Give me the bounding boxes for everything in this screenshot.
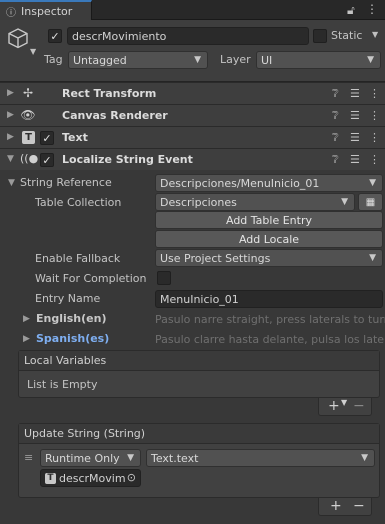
- active-checkbox[interactable]: ✓: [48, 29, 62, 43]
- string-reference-label: String Reference: [20, 176, 112, 189]
- fold-arrow-icon[interactable]: ▶: [7, 132, 14, 142]
- text-component-icon: T: [22, 131, 35, 144]
- fold-arrow-down-icon[interactable]: ▼: [8, 178, 15, 188]
- table-collection-dropdown[interactable]: Descripciones ▼: [155, 193, 355, 211]
- tab-bar: ⓘ Inspector 🔓︎ ⋮: [0, 0, 385, 20]
- add-locale-button[interactable]: Add Locale: [155, 230, 383, 248]
- info-icon: ⓘ: [6, 7, 16, 19]
- locale-spanish-preview[interactable]: Pasulo clarre hasta delante, pulsa los l…: [155, 333, 385, 346]
- tag-dropdown[interactable]: Untagged ▼: [68, 51, 208, 69]
- table-collection-label: Table Collection: [35, 196, 122, 209]
- runtime-mode-dropdown[interactable]: Runtime Only ▼: [40, 449, 141, 467]
- help-icon[interactable]: ❔︎: [332, 131, 339, 145]
- text-component-icon: T: [45, 472, 56, 484]
- presets-icon[interactable]: ☰: [350, 131, 360, 144]
- localize-icon: ((●: [20, 152, 39, 165]
- eye-icon: 👁︎: [20, 108, 36, 122]
- wait-for-completion-checkbox[interactable]: [157, 271, 171, 285]
- entry-name-label: Entry Name: [35, 292, 101, 305]
- presets-icon[interactable]: ☰: [350, 109, 360, 122]
- local-variables-header: Local Variables: [19, 351, 379, 371]
- local-variables-list-controls: + ▼ −: [318, 398, 372, 416]
- component-menu-icon[interactable]: ⋮: [369, 87, 380, 100]
- locale-english-preview[interactable]: Pasulo narre straight, press laterals to…: [155, 313, 385, 326]
- table-icon: ▦: [365, 196, 376, 208]
- remove-icon[interactable]: −: [353, 398, 365, 414]
- fold-arrow-icon[interactable]: ▶: [7, 110, 14, 120]
- chevron-down-icon: ▼: [369, 253, 376, 263]
- component-menu-icon[interactable]: ⋮: [369, 153, 380, 166]
- component-localize-string-event[interactable]: ▼ ((● ✓ Localize String Event ❔︎ ☰ ⋮: [0, 148, 385, 170]
- object-name-field[interactable]: descrMovimiento: [67, 27, 309, 45]
- fold-arrow-down-icon[interactable]: ▼: [7, 154, 14, 164]
- enable-fallback-label: Enable Fallback: [35, 252, 121, 265]
- local-variables-section: Local Variables List is Empty: [18, 350, 380, 398]
- fold-arrow-icon[interactable]: ▶: [23, 334, 30, 344]
- static-dropdown-arrow[interactable]: ▼: [372, 30, 378, 39]
- gameobject-cube-icon: [8, 28, 28, 49]
- help-icon[interactable]: ❔︎: [332, 109, 339, 123]
- text-enabled-checkbox[interactable]: ✓: [40, 131, 54, 145]
- local-variables-empty: List is Empty: [27, 378, 98, 391]
- function-dropdown[interactable]: Text.text ▼: [146, 449, 375, 467]
- localize-enabled-checkbox[interactable]: ✓: [40, 153, 54, 167]
- add-icon[interactable]: +: [330, 498, 342, 514]
- object-picker-icon[interactable]: ⊙: [127, 471, 136, 484]
- chevron-down-icon: ▼: [369, 178, 376, 188]
- drag-handle-icon[interactable]: ≡: [24, 451, 33, 464]
- chevron-down-icon: ▼: [367, 55, 374, 65]
- tab-inspector-label: Inspector: [21, 4, 73, 18]
- component-title: Localize String Event: [62, 153, 193, 166]
- static-label: Static: [331, 29, 363, 42]
- static-checkbox[interactable]: [313, 29, 327, 43]
- enable-fallback-dropdown[interactable]: Use Project Settings ▼: [155, 249, 383, 267]
- component-title: Text: [62, 131, 88, 144]
- lock-icon[interactable]: 🔓︎: [347, 3, 355, 18]
- locale-spanish-label[interactable]: Spanish(es): [36, 332, 109, 345]
- tag-label: Tag: [44, 53, 63, 66]
- rect-transform-icon: ✢: [22, 86, 34, 100]
- chevron-down-icon: ▼: [341, 197, 348, 207]
- component-title: Rect Transform: [62, 87, 157, 100]
- wait-for-completion-label: Wait For Completion: [35, 272, 147, 285]
- help-icon[interactable]: ❔︎: [332, 153, 339, 167]
- presets-icon[interactable]: ☰: [350, 153, 360, 166]
- add-table-entry-button[interactable]: Add Table Entry: [155, 211, 383, 229]
- component-menu-icon[interactable]: ⋮: [369, 131, 380, 144]
- locale-english-label[interactable]: English(en): [36, 312, 107, 325]
- chevron-down-icon: ▼: [194, 55, 201, 65]
- entry-name-field[interactable]: MenuInicio_01: [155, 290, 383, 308]
- dropdown-arrow-icon[interactable]: ▼: [341, 398, 347, 407]
- remove-icon[interactable]: −: [353, 498, 365, 514]
- component-canvas-renderer[interactable]: ▶ 👁︎ Canvas Renderer ❔︎ ☰ ⋮: [0, 104, 385, 126]
- component-text[interactable]: ▶ T ✓ Text ❔︎ ☰ ⋮: [0, 126, 385, 148]
- help-icon[interactable]: ❔︎: [332, 87, 339, 101]
- target-object-field[interactable]: T descrMovim ⊙: [40, 469, 141, 487]
- component-menu-icon[interactable]: ⋮: [369, 109, 380, 122]
- update-string-header: Update String (String): [19, 424, 379, 444]
- layer-dropdown[interactable]: UI ▼: [256, 51, 381, 69]
- layer-label: Layer: [220, 53, 251, 66]
- chevron-down-icon: ▼: [127, 453, 134, 463]
- add-icon[interactable]: +: [328, 398, 340, 414]
- update-string-list-controls: + −: [318, 498, 372, 516]
- icon-dropdown-arrow[interactable]: ▼: [30, 47, 36, 56]
- string-reference-dropdown[interactable]: Descripciones/MenuInicio_01 ▼: [155, 174, 383, 192]
- table-settings-button[interactable]: ▦: [358, 193, 383, 211]
- component-rect-transform[interactable]: ▶ ✢ Rect Transform ❔︎ ☰ ⋮: [0, 82, 385, 104]
- presets-icon[interactable]: ☰: [350, 87, 360, 100]
- fold-arrow-icon[interactable]: ▶: [7, 88, 14, 98]
- kebab-menu-icon[interactable]: ⋮: [366, 2, 378, 16]
- component-title: Canvas Renderer: [62, 109, 168, 122]
- fold-arrow-icon[interactable]: ▶: [23, 314, 30, 324]
- tab-inspector[interactable]: ⓘ Inspector: [0, 0, 92, 20]
- chevron-down-icon: ▼: [361, 453, 368, 463]
